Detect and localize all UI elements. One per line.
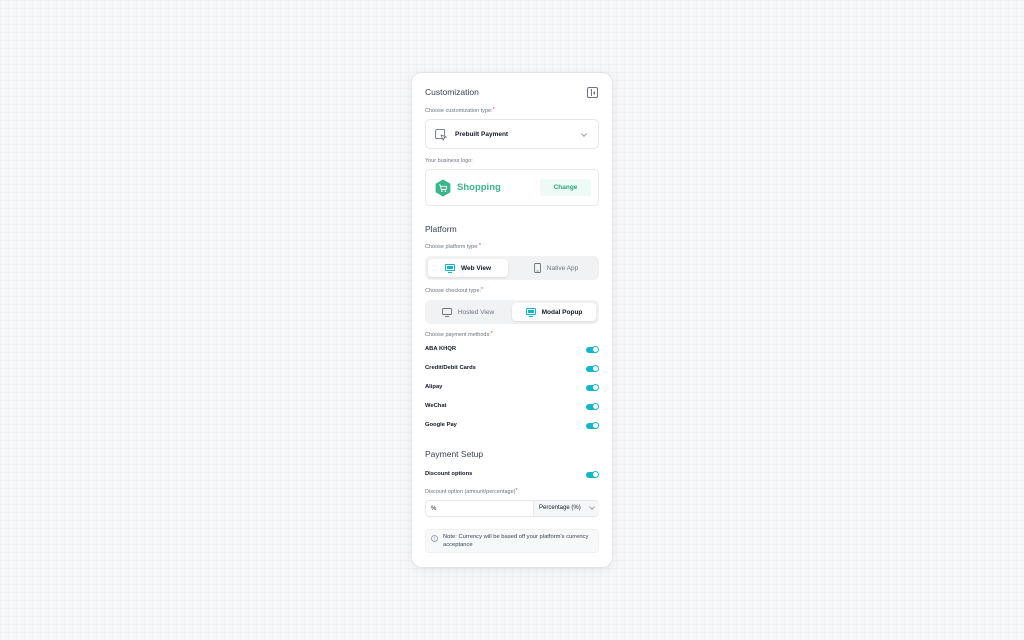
customization-type-value: Prebuilt Payment [455, 131, 509, 138]
business-logo-text: Shopping [457, 182, 501, 193]
modal-popup-label: Modal Popup [541, 308, 583, 316]
discount-option-input-row: % Percentage (%) [425, 500, 599, 517]
platform-native-app-option[interactable]: Native App [516, 259, 596, 277]
discount-options-toggle[interactable] [586, 471, 599, 478]
monitor-icon [525, 307, 536, 317]
payment-setup-title: Payment Setup [425, 449, 484, 459]
business-logo-box: Shopping Change [425, 169, 599, 206]
customization-title: Customization [425, 87, 479, 97]
customization-type-select[interactable]: Prebuilt Payment [425, 119, 599, 149]
cursor-window-icon [435, 129, 447, 141]
payment-method-label: Alipay [425, 384, 443, 390]
alipay-toggle[interactable] [586, 384, 599, 391]
currency-note-text: Note: Currency will be based off your pl… [443, 534, 589, 548]
discount-type-value: Percentage (%) [539, 505, 581, 511]
payment-method-label: Google Pay [425, 422, 457, 428]
checkout-type-toggle: Hosted View Modal Popup [425, 300, 599, 324]
business-logo-label: Your business logo: [425, 158, 473, 164]
currency-note: i Note: Currency will be based off your … [425, 529, 599, 553]
customization-panel: Customization Choose customization type:… [412, 73, 612, 567]
chevron-down-icon [589, 504, 595, 510]
payment-method-label: ABA KHQR [425, 346, 457, 352]
chevron-down-icon [581, 131, 587, 137]
native-app-label: Native App [546, 264, 579, 272]
collapse-panel-icon[interactable] [587, 87, 598, 98]
monitor-icon [444, 263, 455, 273]
checkout-hosted-view-option[interactable]: Hosted View [428, 303, 508, 321]
platform-web-view-option[interactable]: Web View [428, 259, 508, 277]
hosted-view-label: Hosted View [457, 308, 495, 316]
shopping-cart-logo-icon [435, 179, 451, 197]
change-logo-button[interactable]: Change [540, 179, 591, 196]
platform-type-toggle: Web View Native App [425, 256, 599, 280]
info-icon: i [431, 535, 438, 542]
discount-type-select[interactable]: Percentage (%) [533, 501, 599, 516]
platform-type-label: Choose platform type:* [425, 243, 481, 250]
discount-option-label: Discount option (amount/percentage)* [425, 488, 518, 495]
customization-type-label: Choose customization type:* [425, 107, 495, 114]
aba-khqr-toggle[interactable] [586, 346, 599, 353]
google-pay-toggle[interactable] [586, 422, 599, 429]
discount-options-label: Discount options [425, 471, 473, 477]
monitor-icon [441, 307, 452, 317]
credit-debit-cards-toggle[interactable] [586, 365, 599, 372]
payment-methods-label: Choose payment methods:* [425, 331, 493, 338]
mobile-phone-icon [533, 263, 541, 273]
web-view-label: Web View [460, 264, 492, 272]
platform-title: Platform [425, 224, 457, 234]
checkout-type-label: Choose checkout type:* [425, 287, 484, 294]
checkout-modal-popup-option[interactable]: Modal Popup [512, 303, 596, 321]
payment-method-label: Credit/Debit Cards [425, 365, 476, 371]
payment-method-label: WeChat [425, 403, 447, 409]
discount-value-input[interactable]: % [431, 506, 436, 512]
wechat-toggle[interactable] [586, 403, 599, 410]
